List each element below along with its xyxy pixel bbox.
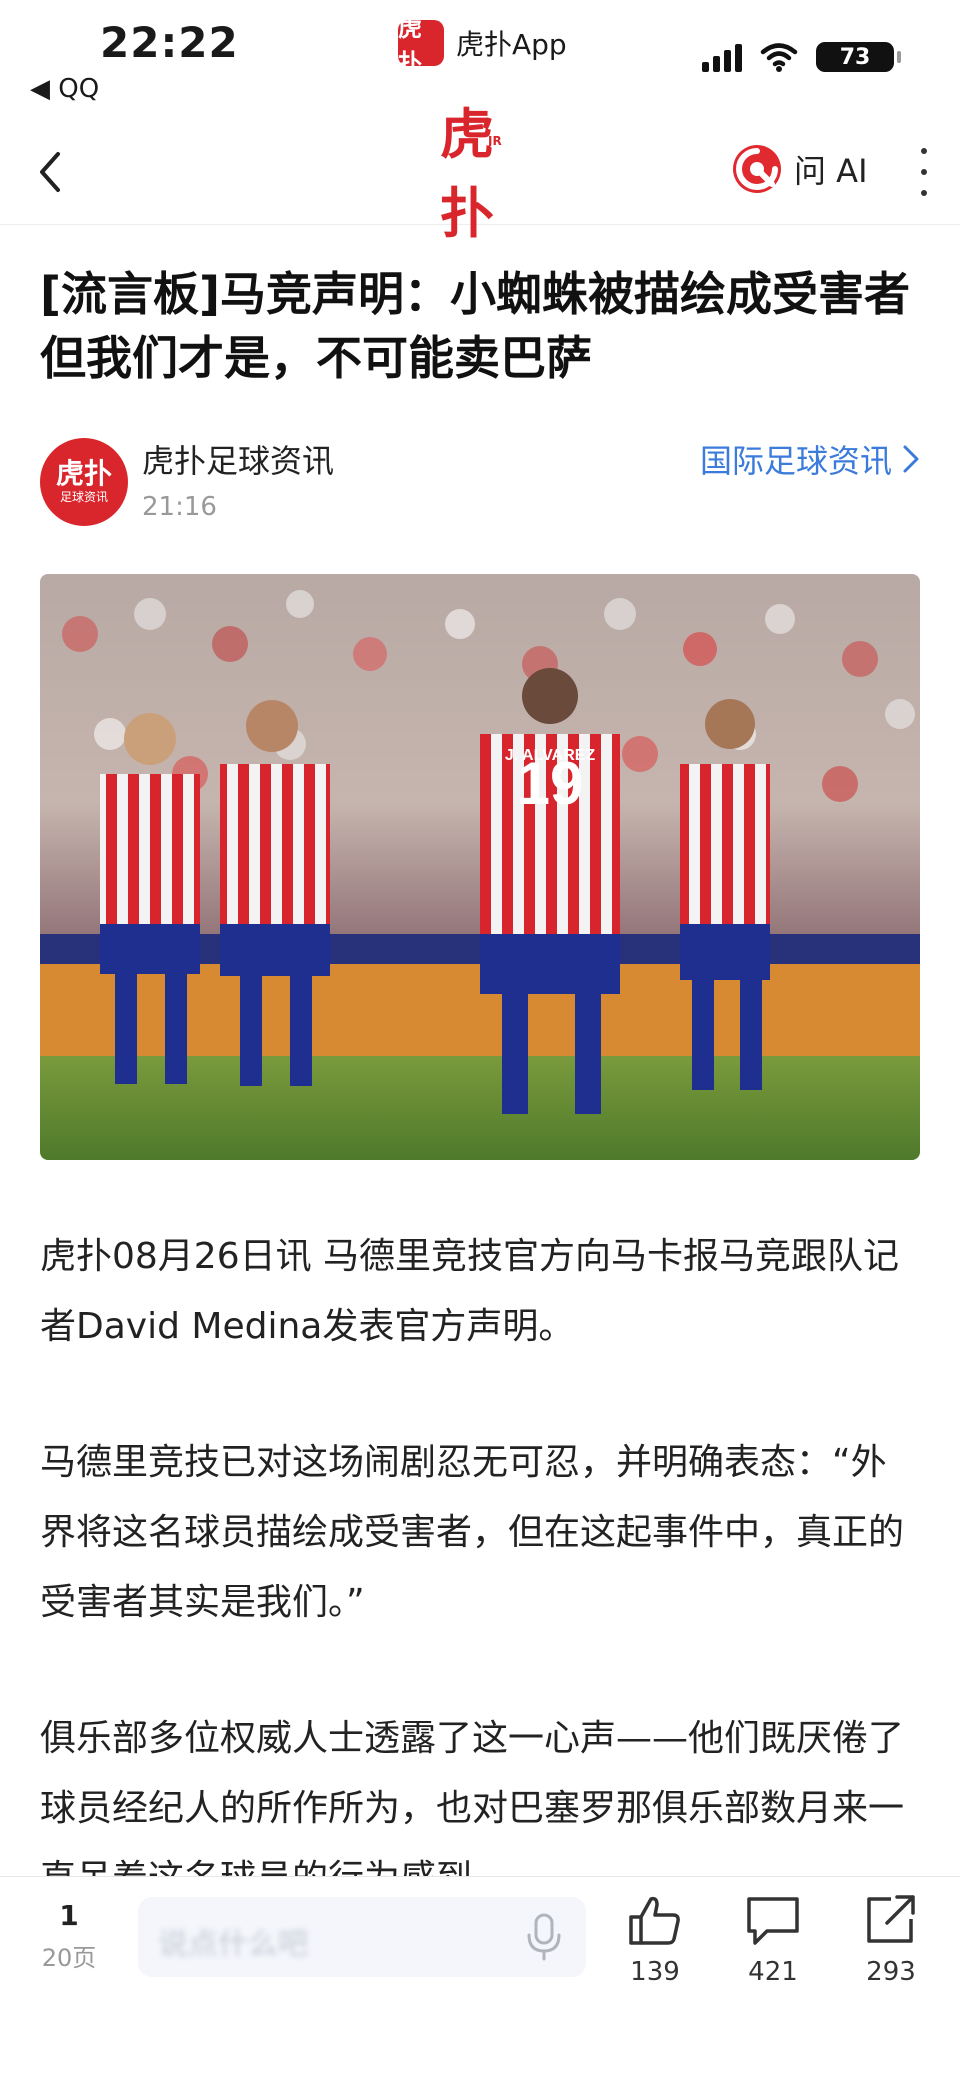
app-logo-icon: 虎扑 xyxy=(398,14,444,77)
article-hero-image[interactable]: 19 J. ALVAREZ xyxy=(40,574,920,1160)
comment-placeholder: 说点什么吧 xyxy=(158,1927,308,1962)
comment-input[interactable]: 说点什么吧 xyxy=(138,1897,586,1977)
article-paragraph: 马德里竞技已对这场闹剧忍无可忍，并明确表态：“外界将这名球员描绘成受害者，但在这… xyxy=(40,1442,905,1623)
status-time: 22:22 xyxy=(100,18,239,67)
wifi-icon xyxy=(760,43,798,72)
article-paragraph: 虎扑08月26日讯 马德里竞技官方向马卡报马竞跟队记者David Medina发… xyxy=(40,1236,900,1347)
jersey-name: J. ALVAREZ xyxy=(505,747,596,764)
author-avatar[interactable]: 虎扑 足球资讯 xyxy=(40,438,128,526)
back-arrow-icon[interactable] xyxy=(28,144,78,200)
more-icon[interactable] xyxy=(914,148,934,196)
comments-button[interactable]: 421 xyxy=(728,1893,818,1987)
page-current: 1 xyxy=(59,1899,79,1932)
author-name[interactable]: 虎扑足球资讯 xyxy=(142,436,334,482)
chevron-right-icon xyxy=(903,445,919,473)
ask-ai-label: 问 AI xyxy=(794,152,868,190)
like-count: 139 xyxy=(630,1957,680,1987)
category-label: 国际足球资讯 xyxy=(699,442,892,480)
share-count: 293 xyxy=(866,1957,916,1987)
hupu-logo-badge: JR xyxy=(488,134,502,148)
publish-time: 21:16 xyxy=(142,492,217,522)
author-avatar-subtitle: 足球资讯 xyxy=(59,490,108,504)
share-icon xyxy=(867,1895,915,1943)
like-button[interactable]: 139 xyxy=(610,1893,700,1987)
page-total: 20页 xyxy=(41,1944,97,1972)
microphone-icon[interactable] xyxy=(524,1911,564,1963)
hupu-logo: 虎扑 xyxy=(440,102,494,245)
article-title: [流言板]马竞声明：小蜘蛛被描绘成受害者但我们才是，不可能卖巴萨 xyxy=(40,267,911,385)
signal-icon xyxy=(702,42,742,72)
app-name: 虎扑App xyxy=(456,28,567,61)
share-button[interactable]: 293 xyxy=(846,1893,936,1987)
ask-ai-logo-icon xyxy=(733,145,781,193)
back-to-app-link[interactable]: ◀ QQ xyxy=(30,74,99,104)
current-app-indicator: 虎扑 虎扑App xyxy=(398,14,567,77)
category-link[interactable]: 国际足球资讯 xyxy=(700,436,920,482)
thumbs-up-icon xyxy=(629,1896,680,1945)
battery-indicator: 73 xyxy=(816,42,901,72)
author-avatar-logo: 虎扑 xyxy=(55,457,112,490)
bottom-action-bar: 1 20页 说点什么吧 139 421 293 xyxy=(0,1876,960,2079)
comment-icon xyxy=(747,1897,799,1945)
status-icons: 73 xyxy=(702,42,901,72)
comment-count: 421 xyxy=(748,1957,798,1987)
page-indicator[interactable]: 1 20页 xyxy=(36,1899,102,1973)
top-nav-bar: 虎扑 JR 问 AI xyxy=(0,102,960,245)
ask-ai-button[interactable]: 问 AI xyxy=(730,142,868,196)
